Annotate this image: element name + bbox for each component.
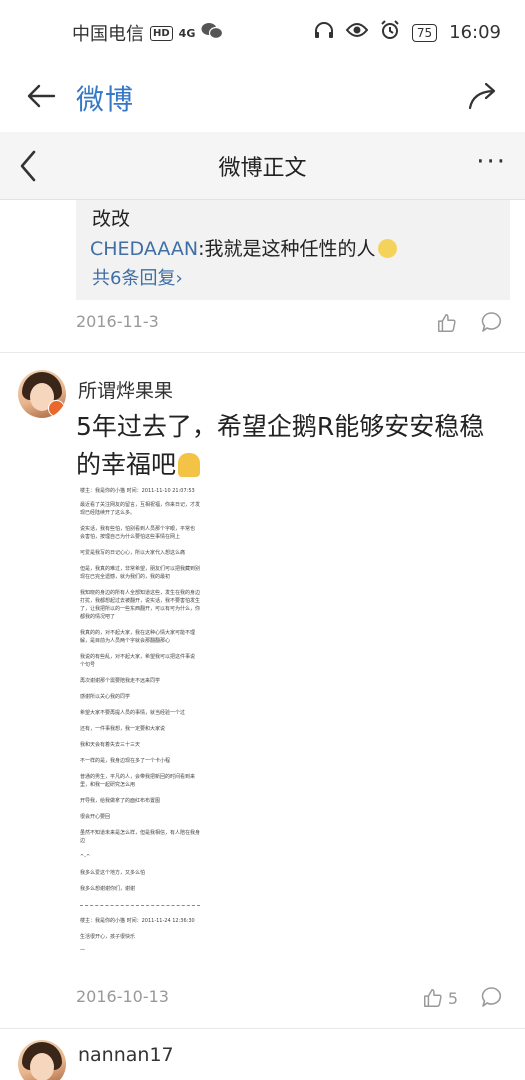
doc-line: 我说的有些乱，对不起大家，希望我可以把这件事说: [80, 654, 196, 660]
browser-title: 微博: [76, 83, 135, 116]
pray-emoji-icon: [178, 453, 201, 477]
doc-line: 楼主：我是你的小猫 时间：2011-11-24 12:36:30: [80, 918, 195, 924]
avatar[interactable]: [18, 1040, 66, 1080]
more-replies-label: 共6条回复: [92, 268, 176, 289]
like-button[interactable]: 5: [422, 985, 458, 1011]
divider: [0, 1028, 525, 1029]
divider: [0, 352, 525, 353]
clock: 16:09: [449, 22, 501, 43]
doc-line: 很会开心要回: [80, 814, 111, 820]
doc-line: 会害怕，按理自己为什么要怕这些事情在网上: [80, 534, 181, 540]
doc-line: 生活很开心，孩子很快乐: [80, 934, 136, 940]
doc-line: 感谢所以关心我的同学: [80, 694, 131, 700]
comment-icon[interactable]: [480, 310, 504, 334]
doc-line: 不一样的是，我身边现在多了一个卡小程: [80, 758, 171, 764]
doc-line: 我多么想谢谢你们，谢谢: [80, 886, 136, 892]
page-title: 微博正文: [218, 156, 307, 181]
like-icon: [423, 989, 442, 1007]
doc-line: 我真的的，对不起大家，我在这种心情大家可能不理: [80, 630, 196, 636]
eye-icon: [345, 22, 369, 43]
more-replies-link[interactable]: 共6条回复›: [92, 264, 183, 290]
comment-text: 5年过去了，希望企鹅R能够安安稳稳的幸福吧: [76, 408, 508, 484]
doc-line: 边: [80, 838, 86, 844]
back-arrow-icon[interactable]: [24, 78, 60, 114]
reply-line: CHEDAAAN:我就是这种任性的人: [90, 234, 397, 261]
attached-document-image[interactable]: 楼主：我是你的小猫 时间：2011-11-10 21:07:53 最近看了关注网友…: [76, 482, 248, 974]
doc-line: 说实话，我有些怕，怕别看到人员那个字眼，平常也: [80, 526, 196, 532]
reply-content: :我就是这种任性的人: [198, 238, 376, 260]
doc-line: 里，和我一起研究怎么用: [80, 782, 136, 788]
headphones-icon: [314, 21, 334, 44]
doc-line: 解，是目前为人员两个字就会那翻翻那心: [80, 638, 171, 644]
signal-label: 4G: [178, 26, 196, 40]
doc-line: 一: [80, 948, 86, 954]
like-button[interactable]: [436, 310, 458, 336]
status-left: 中国电信 HD 4G: [72, 20, 224, 46]
comment-date: 2016-10-13: [76, 987, 169, 1006]
like-count: 5: [447, 988, 458, 1008]
doc-line: 现已经陆续开了这么多。: [80, 510, 136, 516]
wechat-icon: [201, 22, 224, 45]
comment-username[interactable]: nannan17: [78, 1044, 174, 1066]
doc-line: ^-^: [80, 854, 91, 860]
doc-line: 最近看了关注网友的留言，互相祝福，你来日记，才发: [80, 502, 201, 508]
doc-line: 再次谢谢那个需要陪我走不远来同学: [80, 678, 161, 684]
avatar[interactable]: [18, 370, 66, 418]
avatar-face: [30, 1053, 54, 1080]
battery-indicator: 75: [411, 23, 438, 42]
comment-meta: 2016-11-3: [76, 310, 510, 340]
shy-face-emoji-icon: [377, 239, 397, 258]
comment-text-content: 5年过去了，希望企鹅R能够安安稳稳的幸福吧: [76, 412, 485, 479]
status-bar: 中国电信 HD 4G 75 16:09: [0, 0, 525, 64]
reply-text-line: 改改: [92, 208, 131, 230]
hd-badge: HD: [150, 25, 173, 41]
share-icon[interactable]: [465, 78, 501, 114]
doc-line: 我知晓的身边的所有人全部知道这些，发生在我的身边: [80, 590, 201, 596]
doc-line: 可爱是我写的日记心心，所以大家代入想这么痛: [80, 550, 186, 556]
like-icon: [438, 314, 456, 332]
doc-separator: [80, 905, 200, 906]
chevron-right-icon: ›: [175, 268, 183, 289]
doc-line: 但是，我真的难过，非常希望，朋友们可以把我藏到别: [80, 566, 201, 572]
doc-line: 都我的情况吧了: [80, 614, 116, 620]
comment-username[interactable]: 所谓烨果果: [78, 376, 173, 403]
comment-meta: 2016-10-13 5: [76, 985, 510, 1015]
browser-bar: 微博: [0, 64, 525, 132]
doc-line: 楼主：我是你的小猫 时间：2011-11-10 21:07:53: [80, 488, 195, 494]
doc-line: 了，让我把所以的一些东西翻开，可以有可为什么，你: [80, 606, 201, 612]
doc-line: 开导我，给我做拿了的面红布布置图: [80, 798, 161, 804]
carrier-label: 中国电信: [72, 24, 144, 45]
doc-line: 虽然不知道未来是怎么样，但是我相信，有人陪在我身: [80, 830, 201, 836]
comment-icon[interactable]: [480, 985, 504, 1009]
alarm-icon: [380, 20, 400, 45]
avatar-badge: [48, 400, 65, 417]
weibo-nav-bar: 微博正文 ···: [0, 132, 525, 200]
doc-line: 打扰，我都想起过去被翻开，说实话，我不要害怕发生: [80, 598, 201, 604]
more-icon[interactable]: ···: [476, 149, 507, 175]
doc-line: 还有，一件事我想，我一定要和大家说: [80, 726, 166, 732]
reply-username[interactable]: CHEDAAAN: [90, 238, 198, 260]
doc-line: 我多么爱这个地方，又多么怕: [80, 870, 146, 876]
doc-line: 现在已完全遗憾，就为我们的，我的最初: [80, 574, 171, 580]
comment-date: 2016-11-3: [76, 312, 159, 331]
status-right: 75 16:09: [314, 20, 501, 45]
doc-line: 希望大家不要再提人员的事情，就当经验一个过: [80, 710, 186, 716]
doc-line: 个句号: [80, 662, 96, 668]
doc-line: 我和天会有着失去三十三天: [80, 742, 141, 748]
reply-box: 改改 CHEDAAAN:我就是这种任性的人 共6条回复›: [76, 200, 510, 300]
doc-line: 普通的男生，平凡的人，会带我把新回的时间看到来: [80, 774, 196, 780]
